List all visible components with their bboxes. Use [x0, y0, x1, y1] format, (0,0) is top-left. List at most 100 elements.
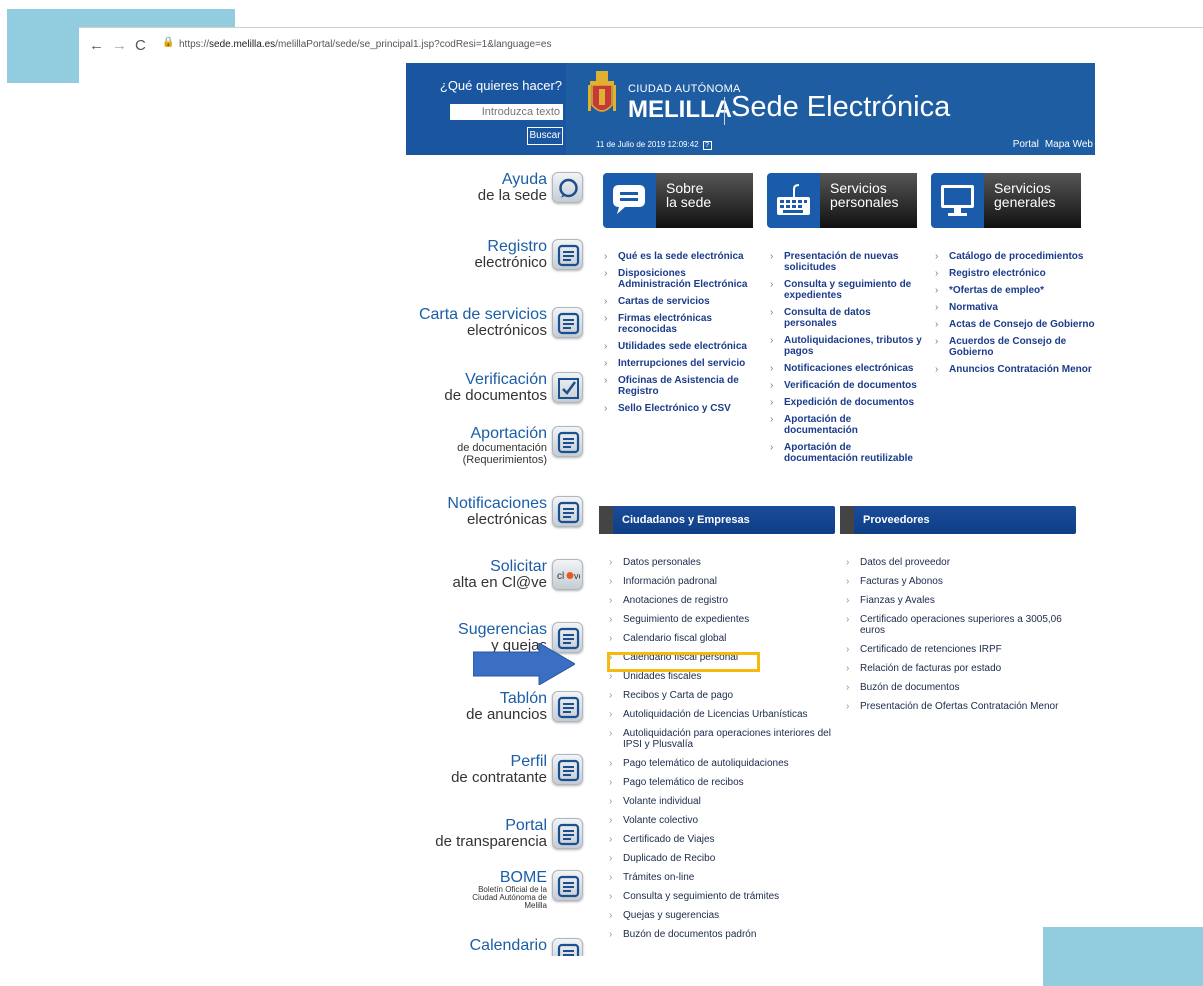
list-item[interactable]: Catálogo de procedimientos [935, 251, 1095, 262]
list-item[interactable]: Expedición de documentos [770, 397, 922, 408]
sidebar-item[interactable]: Calendario [470, 937, 547, 954]
search-input[interactable] [450, 104, 563, 120]
category-label-line2: generales [994, 194, 1056, 210]
list-item[interactable]: Certificado de Viajes [606, 834, 836, 845]
list-item[interactable]: Acuerdos de Consejo de Gobierno [935, 336, 1095, 358]
list-item[interactable]: Actas de Consejo de Gobierno [935, 319, 1095, 330]
list-item[interactable]: Cartas de servicios [604, 296, 756, 307]
sidebar-item[interactable]: Verificación de documentos [444, 371, 547, 404]
list-item[interactable]: Relación de facturas por estado [843, 663, 1073, 674]
list-item[interactable]: Sello Electrónico y CSV [604, 403, 756, 414]
people-icon[interactable] [552, 754, 583, 785]
list-item[interactable]: Certificado operaciones superiores a 300… [843, 614, 1073, 636]
mapa-web-link[interactable]: Mapa Web [1045, 139, 1093, 150]
list-item[interactable]: Presentación de Ofertas Contratación Men… [843, 701, 1073, 712]
sede-electronica-title[interactable]: Sede Electrónica [731, 91, 950, 124]
book-icon[interactable] [552, 870, 583, 901]
list-item[interactable]: Disposiciones Administración Electrónica [604, 268, 756, 290]
sidebar-item[interactable]: Portal de transparencia [435, 817, 547, 850]
list-item[interactable]: Calendario fiscal global [606, 633, 836, 644]
servicios-generales-list: Catálogo de procedimientos Registro elect… [935, 251, 1095, 381]
header-search-panel: ¿Qué quieres hacer? Buscar [406, 63, 566, 155]
list-item[interactable]: Utilidades sede electrónica [604, 341, 756, 352]
decoration-top-left-block [7, 9, 79, 83]
list-item[interactable]: Interrupciones del servicio [604, 358, 756, 369]
list-item[interactable]: Firmas electrónicas reconocidas [604, 313, 756, 335]
list-item[interactable]: Trámites on-line [606, 872, 836, 883]
category-label-line2: la sede [666, 194, 712, 210]
sidebar-item[interactable]: Perfil de contratante [451, 753, 547, 786]
sidebar-item[interactable]: Notificaciones electrónicas [447, 495, 547, 528]
list-item[interactable]: Normativa [935, 302, 1095, 313]
list-item[interactable]: Quejas y sugerencias [606, 910, 836, 921]
list-item[interactable]: Volante colectivo [606, 815, 836, 826]
ciudadanos-empresas-header[interactable]: Ciudadanos y Empresas [599, 506, 835, 534]
list-item[interactable]: Oficinas de Asistencia de Registro [604, 375, 756, 397]
sidebar-item[interactable]: Aportación de documentación (Requerimiento… [457, 425, 547, 467]
list-item[interactable]: Duplicado de Recibo [606, 853, 836, 864]
list-item[interactable]: Pago telemático de recibos [606, 777, 836, 788]
list-item[interactable]: Información padronal [606, 576, 836, 587]
list-item[interactable]: Buzón de documentos [843, 682, 1073, 693]
clave-icon[interactable]: clve [552, 559, 583, 590]
sidebar-item-extra: (Requerimientos) [462, 454, 547, 466]
list-item[interactable]: Registro electrónico [935, 268, 1095, 279]
list-item[interactable]: Facturas y Abonos [843, 576, 1073, 587]
proveedores-header[interactable]: Proveedores [840, 506, 1076, 534]
reload-icon[interactable]: C [135, 37, 146, 54]
list-item[interactable]: Recibos y Carta de pago [606, 690, 836, 701]
list-item[interactable]: Aportación de documentación [770, 414, 922, 436]
notice-board-icon[interactable] [552, 691, 583, 722]
list-item[interactable]: Consulta y seguimiento de trámites [606, 891, 836, 902]
ciudadanos-empresas-list: Datos personales Información padronal Anot… [606, 557, 836, 948]
books-icon[interactable] [552, 307, 583, 338]
forward-arrow-icon[interactable]: → [112, 37, 127, 54]
calendar-icon[interactable] [552, 938, 583, 956]
list-item[interactable]: Autoliquidación de Licencias Urbanística… [606, 709, 836, 720]
list-icon[interactable] [552, 496, 583, 527]
sidebar-item[interactable]: Registro electrónico [474, 238, 547, 271]
sidebar-item[interactable]: Carta de servicios electrónicos [419, 306, 547, 339]
category-servicios-personales[interactable]: Servicios personales [767, 173, 917, 228]
checkbox-icon[interactable] [552, 372, 583, 403]
sidebar-item-title: Notificaciones [447, 495, 547, 512]
list-item[interactable]: Notificaciones electrónicas [770, 363, 922, 374]
magnifier-doc-icon[interactable] [552, 818, 583, 849]
list-item[interactable]: Qué es la sede electrónica [604, 251, 756, 262]
portal-link[interactable]: Portal [1013, 139, 1039, 150]
help-icon[interactable]: ? [702, 141, 712, 150]
list-item[interactable]: Fianzas y Avales [843, 595, 1073, 606]
list-item[interactable]: *Ofertas de empleo* [935, 285, 1095, 296]
list-item[interactable]: Anuncios Contratación Menor [935, 364, 1095, 375]
list-item[interactable]: Consulta de datos personales [770, 307, 922, 329]
list-item[interactable]: Datos del proveedor [843, 557, 1073, 568]
list-item[interactable]: Unidades fiscales [606, 671, 836, 682]
list-item[interactable]: Datos personales [606, 557, 836, 568]
url-field[interactable]: https://sede.melilla.es/melillaPortal/se… [179, 39, 551, 50]
sidebar-item[interactable]: Tablón de anuncios [466, 690, 547, 723]
list-item[interactable]: Verificación de documentos [770, 380, 922, 391]
list-item[interactable]: Certificado de retenciones IRPF [843, 644, 1073, 655]
sidebar-item[interactable]: BOME Boletín Oficial de la Ciudad Autónom… [457, 869, 547, 910]
svg-text:ve: ve [574, 571, 580, 581]
list-item[interactable]: Seguimiento de expedientes [606, 614, 836, 625]
list-item[interactable]: Autoliquidaciones, tributos y pagos [770, 335, 922, 357]
sidebar-item[interactable]: Ayuda de la sede [478, 171, 547, 204]
list-item[interactable]: Aportación de documentación reutilizable [770, 442, 922, 464]
list-item[interactable]: Anotaciones de registro [606, 595, 836, 606]
category-sobre-la-sede[interactable]: Sobre la sede [603, 173, 753, 228]
list-item[interactable]: Consulta y seguimiento de expedientes [770, 279, 922, 301]
monitor-form-icon[interactable] [552, 239, 583, 270]
list-item[interactable]: Presentación de nuevas solicitudes [770, 251, 922, 273]
list-item[interactable]: Buzón de documentos padrón [606, 929, 836, 940]
monitor-form-icon[interactable] [552, 426, 583, 457]
list-item[interactable]: Pago telemático de autoliquidaciones [606, 758, 836, 769]
city-crest-icon [588, 71, 616, 112]
chat-bubble-icon[interactable] [552, 172, 583, 203]
list-item[interactable]: Volante individual [606, 796, 836, 807]
list-item[interactable]: Autoliquidación para operaciones interio… [606, 728, 836, 750]
back-arrow-icon[interactable]: ← [89, 37, 104, 54]
sidebar-item[interactable]: Solicitar alta en Cl@ve [453, 558, 547, 591]
category-servicios-generales[interactable]: Servicios generales [931, 173, 1081, 228]
search-button[interactable]: Buscar [527, 127, 563, 145]
